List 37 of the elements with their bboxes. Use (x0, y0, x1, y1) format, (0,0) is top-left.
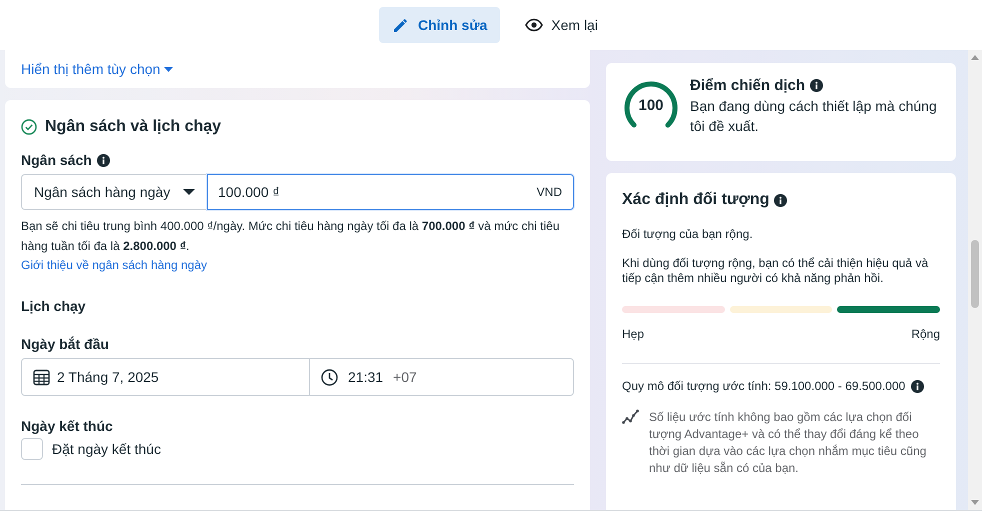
checkbox-label: Đặt ngày kết thúc (52, 441, 161, 457)
pencil-icon (392, 16, 410, 34)
more-options-link[interactable]: Hiển thị thêm tùy chọn (21, 61, 174, 77)
budget-type-dropdown[interactable]: Ngân sách hàng ngày (21, 174, 207, 210)
meter-label: Rộng (911, 327, 940, 341)
audience-advice: Khi dùng đối tượng rộng, bạn có thể cải thiện hiệu quả và tiếp cận thêm nhiều người có khả năng phản hồi. (622, 256, 930, 286)
info-icon (96, 154, 110, 166)
score-description: Bạn đang dùng cách thiết lập mà chúng tôi đề xuất. (690, 97, 938, 136)
eye-icon (525, 16, 544, 34)
meter-label: Hẹp (622, 327, 644, 341)
schedule-title: Lịch chạy (21, 298, 87, 314)
checkbox[interactable] (21, 438, 43, 460)
score-value: 100 (638, 96, 664, 114)
card-title: Xác định đối tượng (622, 191, 770, 209)
learn-more-link[interactable]: Giới thiệu về ngân sách hàng ngày (21, 258, 207, 272)
budget-help-text: Bạn sẽ chi tiêu trung bình 400.000 ₫/ngày. Mức chi tiêu hàng ngày tối đa là 700.000 ₫ và mức chi tiêu hàng tuần tối đa là 2.800.000 ₫. (21, 218, 561, 255)
field-label: Ngày bắt đầu (21, 336, 110, 352)
trend-icon (622, 409, 639, 424)
card-title: Điểm chiến dịch (690, 77, 806, 94)
estimate-note: Số liệu ước tính không bao gồm các lựa chọn đối tượng Advantage+ và có thể thay đổi đáng kể theo thời gian dựa vào các lựa chọn nhắm mục tiêu cũng như dữ liệu sẵn có của bạn. (649, 409, 928, 477)
tab[interactable]: Xem lại (512, 7, 611, 43)
info-icon (911, 380, 924, 392)
audience-size: Quy mô đối tượng ước tính: 59.100.000 - 69.500.000 (622, 379, 906, 393)
caret-icon (183, 189, 195, 195)
caret-icon (164, 66, 174, 72)
scroll-down-icon[interactable] (971, 500, 979, 505)
field-label: Ngân sách (21, 152, 92, 168)
field-label: Ngày kết thúc (21, 418, 114, 434)
info-icon (774, 194, 788, 206)
scrollbar-thumb[interactable] (971, 240, 979, 308)
scrollbar[interactable] (968, 50, 982, 510)
currency-label: VND (536, 185, 562, 199)
tab[interactable]: Chỉnh sửa (379, 7, 500, 43)
section-title: Ngân sách và lịch chạy (45, 118, 222, 136)
info-icon (810, 79, 824, 92)
scroll-up-icon[interactable] (971, 55, 979, 60)
audience-status: Đối tượng của bạn rộng. (622, 227, 754, 242)
